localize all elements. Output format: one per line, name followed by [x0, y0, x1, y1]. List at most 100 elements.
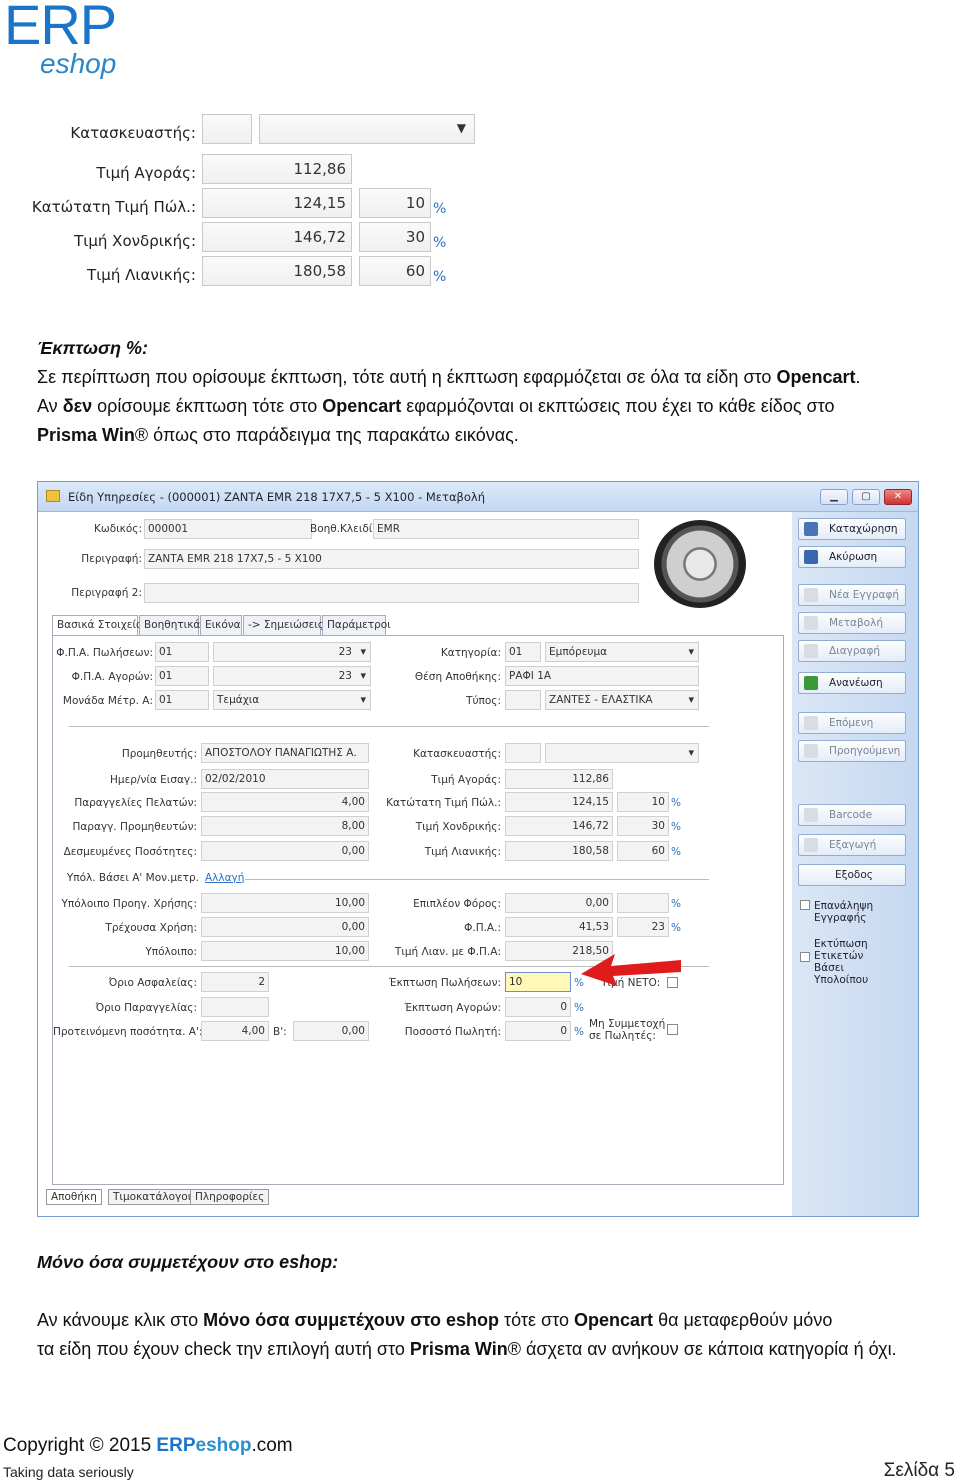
snippet-value[interactable]: 112,86: [202, 154, 352, 184]
barcode-button[interactable]: Barcode: [798, 804, 906, 826]
order-limit-field[interactable]: [201, 997, 269, 1017]
suggested-qty-b-field[interactable]: 0,00: [293, 1021, 369, 1041]
previous-button[interactable]: Προηγούμενη: [798, 740, 906, 762]
refresh-label: Ανανέωση: [829, 677, 883, 689]
customer-orders-field[interactable]: 4,00: [201, 792, 369, 812]
exit-button[interactable]: Εξοδος: [798, 864, 906, 886]
code-field[interactable]: 000001: [144, 519, 312, 539]
snippet-value[interactable]: 146,72: [202, 222, 352, 252]
tab-auxiliary[interactable]: Βοηθητικά: [139, 615, 200, 635]
extra-tax-pct[interactable]: [617, 893, 669, 913]
manufacturer-dropdown[interactable]: [545, 743, 699, 763]
tab-basic[interactable]: Βασικά Στοιχεία: [52, 615, 143, 636]
barcode-icon: [804, 808, 818, 822]
sales-discount-field[interactable]: 10: [505, 972, 571, 992]
balance-field[interactable]: 10,00: [201, 941, 369, 961]
tab-price-lists[interactable]: Τιμοκατάλογοι: [108, 1189, 197, 1205]
discount-line-3: Prisma Win® όπως στο παράδειγμα της παρα…: [37, 421, 937, 450]
suggested-qty-a-field[interactable]: 4,00: [201, 1021, 269, 1041]
barcode-label: Barcode: [829, 809, 873, 821]
folder-icon: [46, 490, 60, 502]
snippet-label: Κατώτατη Τιμή Πώλ.:: [31, 198, 196, 216]
close-button[interactable]: ✕: [884, 489, 912, 505]
warehouse-position-field[interactable]: ΡΑΦΙ 1Α: [505, 666, 699, 686]
supplier-orders-field[interactable]: 8,00: [201, 816, 369, 836]
snippet-pct-value[interactable]: 30: [359, 222, 431, 252]
print-labels-option[interactable]: Εκτύπωση Ετικετών Βάσει Υπολοίπου: [800, 938, 868, 986]
snippet-manufacturer-dropdown[interactable]: ▼: [259, 114, 475, 144]
tab-notes[interactable]: -> Σημειώσεις: [243, 615, 324, 635]
new-record-button[interactable]: Νέα Εγγραφή: [798, 584, 906, 606]
safety-limit-field[interactable]: 2: [201, 972, 269, 992]
vat-sales-label: Φ.Π.Α. Πωλήσεων:: [56, 647, 153, 659]
refresh-icon: [804, 676, 818, 690]
aux-key-field[interactable]: EMR: [373, 519, 639, 539]
category-dropdown[interactable]: Εμπόρευμα: [545, 642, 699, 662]
vat-pct[interactable]: 23: [617, 917, 669, 937]
next-button[interactable]: Επόμενη: [798, 712, 906, 734]
safety-limit-label: Όριο Ασφαλείας:: [108, 977, 197, 989]
unit-dropdown[interactable]: Τεμάχια: [213, 690, 371, 710]
snippet-manufacturer-code[interactable]: [202, 114, 252, 144]
tab-image[interactable]: Εικόνα: [200, 615, 242, 635]
save-button[interactable]: Καταχώρηση: [798, 518, 906, 540]
maximize-button[interactable]: ▢: [852, 489, 880, 505]
tab-parameters[interactable]: Παράμετροι: [322, 615, 391, 635]
salesman-pct-field[interactable]: 0: [505, 1021, 571, 1041]
basic-info-panel: Φ.Π.Α. Πωλήσεων: 01 23 Φ.Π.Α. Αγορών: 01…: [52, 635, 784, 1185]
vat-purchases-dropdown[interactable]: 23: [213, 666, 371, 686]
undo-icon: [804, 550, 818, 564]
purchase-price-field[interactable]: 112,86: [505, 769, 613, 789]
purchase-discount-field[interactable]: 0: [505, 997, 571, 1017]
warehouse-position-label: Θέση Αποθήκης:: [414, 671, 501, 683]
cancel-button[interactable]: Ακύρωση: [798, 546, 906, 568]
refresh-button[interactable]: Ανανέωση: [798, 672, 906, 694]
category-code[interactable]: 01: [505, 642, 541, 662]
tab-information[interactable]: Πληροφορίες: [190, 1189, 270, 1205]
type-dropdown[interactable]: ΖΑΝΤΕΣ - ΕΛΑΣΤΙΚΑ: [545, 690, 699, 710]
entry-date-field[interactable]: 02/02/2010: [201, 769, 369, 789]
repeat-record-checkbox[interactable]: [800, 900, 810, 910]
reserved-qty-field[interactable]: 0,00: [201, 841, 369, 861]
wholesale-price-pct[interactable]: 30: [617, 816, 669, 836]
print-labels-checkbox[interactable]: [800, 952, 810, 962]
snippet-value[interactable]: 124,15: [202, 188, 352, 218]
vat-purchases-label: Φ.Π.Α. Αγορών:: [71, 671, 153, 683]
snippet-row-manufacturer: Κατασκευαστής: ▼: [40, 114, 480, 146]
vat-field[interactable]: 41,53: [505, 917, 613, 937]
snippet-pct-value[interactable]: 10: [359, 188, 431, 218]
suggested-qty-b-label: Β':: [273, 1026, 287, 1038]
text-span: Αν κάνουμε κλικ στο: [37, 1310, 204, 1330]
vat-purchases-code[interactable]: 01: [155, 666, 209, 686]
edit-icon: [804, 616, 818, 630]
type-code[interactable]: [505, 690, 541, 710]
snippet-value[interactable]: 180,58: [202, 256, 352, 286]
arrow-right-icon: [804, 716, 818, 730]
unit-code[interactable]: 01: [155, 690, 209, 710]
min-price-pct[interactable]: 10: [617, 792, 669, 812]
repeat-record-option[interactable]: Επανάληψη Εγγραφής: [800, 900, 873, 924]
current-year-field[interactable]: 0,00: [201, 917, 369, 937]
manufacturer-code[interactable]: [505, 743, 541, 763]
description-field[interactable]: ΖΑΝΤΑ EMR 218 17X7,5 - 5 X100: [144, 549, 639, 569]
description2-field[interactable]: [144, 583, 639, 603]
vat-sales-code[interactable]: 01: [155, 642, 209, 662]
supplier-orders-label: Παραγγ. Προμηθευτών:: [72, 821, 197, 833]
wholesale-price-field[interactable]: 146,72: [505, 816, 613, 836]
tab-warehouse[interactable]: Αποθήκη: [46, 1189, 102, 1205]
vat-sales-dropdown[interactable]: 23: [213, 642, 371, 662]
edit-button[interactable]: Μεταβολή: [798, 612, 906, 634]
retail-price-pct[interactable]: 60: [617, 841, 669, 861]
suggested-qty-label: Προτεινόμενη ποσότητα. Α':: [53, 1026, 203, 1038]
extra-tax-field[interactable]: 0,00: [505, 893, 613, 913]
min-price-field[interactable]: 124,15: [505, 792, 613, 812]
prev-year-balance-field[interactable]: 10,00: [201, 893, 369, 913]
snippet-pct-value[interactable]: 60: [359, 256, 431, 286]
no-salesman-checkbox[interactable]: [667, 1024, 678, 1035]
retail-price-field[interactable]: 180,58: [505, 841, 613, 861]
supplier-field[interactable]: ΑΠΟΣΤΟΛΟΥ ΠΑΝΑΓΙΩΤΗΣ Α.: [201, 743, 369, 763]
change-link[interactable]: Αλλαγή: [205, 872, 244, 884]
export-button[interactable]: Εξαγωγή: [798, 834, 906, 856]
delete-button[interactable]: Διαγραφή: [798, 640, 906, 662]
minimize-button[interactable]: ▁: [820, 489, 848, 505]
